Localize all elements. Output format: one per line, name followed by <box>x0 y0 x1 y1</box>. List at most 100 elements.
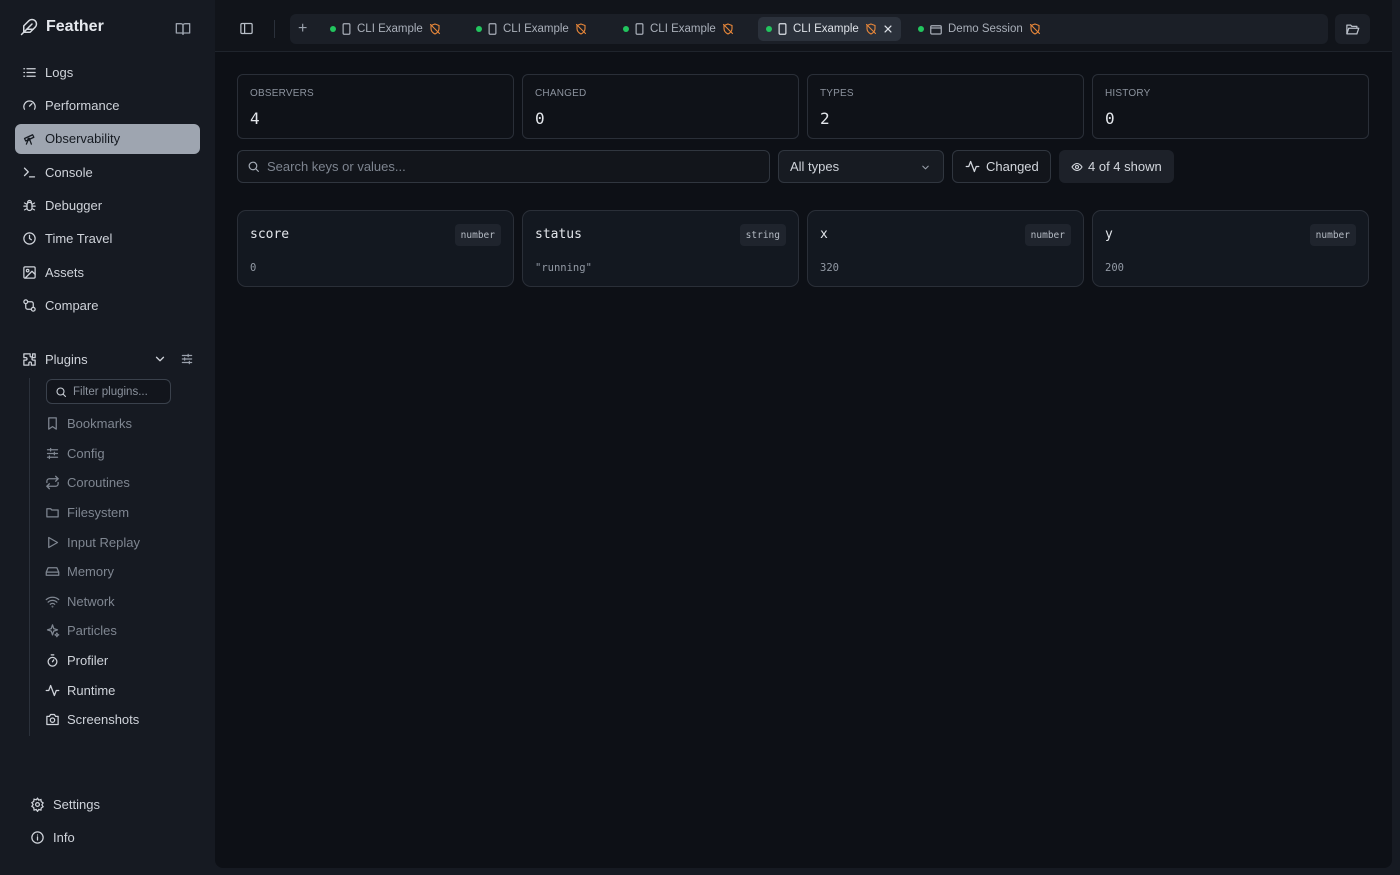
plugin-item-coroutines[interactable]: Coroutines <box>45 468 200 498</box>
type-badge: number <box>1024 224 1071 246</box>
chevron-down-icon[interactable] <box>153 352 167 366</box>
observer-value: 200 <box>1105 262 1124 274</box>
stopwatch-icon <box>45 653 60 668</box>
play-icon <box>45 535 60 550</box>
sidebar-footer: Settings Info <box>28 789 198 856</box>
phone-icon <box>778 23 787 35</box>
plugin-label: Bookmarks <box>67 416 133 432</box>
nav-item-performance[interactable]: Performance <box>15 90 200 120</box>
nav-label: Time Travel <box>45 231 113 247</box>
connected-dot <box>766 26 772 32</box>
plugins-section-header[interactable]: Plugins <box>22 348 197 370</box>
nav-item-assets[interactable]: Assets <box>15 257 200 287</box>
plugin-item-profiler[interactable]: Profiler <box>45 646 200 676</box>
session-tab[interactable]: CLI Example <box>615 17 742 41</box>
phone-icon <box>488 23 497 35</box>
nav-label: Compare <box>45 298 99 314</box>
feather-icon <box>20 18 38 36</box>
search-field[interactable] <box>237 150 770 183</box>
plugin-item-bookmarks[interactable]: Bookmarks <box>45 409 200 439</box>
plugin-item-screenshots[interactable]: Screenshots <box>45 705 200 735</box>
nav-item-logs[interactable]: Logs <box>15 57 200 87</box>
nav-item-debugger[interactable]: Debugger <box>15 191 200 221</box>
warning-icon <box>865 23 877 35</box>
puzzle-icon <box>22 352 37 367</box>
shown-count-button[interactable]: 4 of 4 shown <box>1059 150 1174 183</box>
compare-icon <box>22 298 37 313</box>
nav-label: Info <box>53 829 75 845</box>
observer-card-status[interactable]: status string "running" <box>522 210 799 287</box>
main-nav: Logs Performance Observability Console D… <box>15 57 200 324</box>
close-icon[interactable] <box>883 24 893 34</box>
observer-card-score[interactable]: score number 0 <box>237 210 514 287</box>
repeat-icon <box>45 475 60 490</box>
plugin-item-filesystem[interactable]: Filesystem <box>45 498 200 528</box>
nav-item-settings[interactable]: Settings <box>28 789 198 819</box>
observer-value: 0 <box>250 262 257 274</box>
activity-icon <box>45 683 60 698</box>
phone-icon <box>342 23 351 35</box>
add-tab-button[interactable]: + <box>298 21 307 37</box>
docs-book-icon[interactable] <box>175 21 191 37</box>
nav-item-info[interactable]: Info <box>28 822 198 852</box>
nav-item-console[interactable]: Console <box>15 157 200 187</box>
tab-label: CLI Example <box>650 23 716 35</box>
plugin-item-input-replay[interactable]: Input Replay <box>45 527 200 557</box>
type-badge: number <box>1309 224 1356 246</box>
stat-value: 0 <box>1105 109 1115 128</box>
changed-label: Changed <box>986 159 1039 174</box>
plugin-item-memory[interactable]: Memory <box>45 557 200 587</box>
sliders-icon <box>45 446 60 461</box>
open-folder-button[interactable] <box>1335 14 1370 44</box>
gear-icon <box>30 796 45 812</box>
connected-dot <box>476 26 482 32</box>
plugin-filter-field[interactable] <box>46 379 171 404</box>
session-tab[interactable]: CLI Example <box>322 17 449 41</box>
plugin-item-network[interactable]: Network <box>45 587 200 617</box>
bug-icon <box>22 198 37 213</box>
terminal-icon <box>22 165 37 180</box>
type-filter-value: All types <box>790 159 840 174</box>
warning-icon <box>1029 23 1041 35</box>
session-tab[interactable]: Demo Session <box>910 17 1049 41</box>
plugin-label: Input Replay <box>67 534 140 550</box>
nav-item-compare[interactable]: Compare <box>15 291 200 321</box>
tab-label: CLI Example <box>357 23 423 35</box>
nav-label: Logs <box>45 64 74 80</box>
sidebar-toggle-icon[interactable] <box>239 21 254 36</box>
image-icon <box>22 265 37 280</box>
observer-value: 320 <box>820 262 839 274</box>
changed-filter-button[interactable]: Changed <box>952 150 1051 183</box>
brand[interactable]: Feather <box>20 18 104 36</box>
stat-label: CHANGED <box>535 88 587 99</box>
nav-item-time-travel[interactable]: Time Travel <box>15 224 200 254</box>
nav-item-observability[interactable]: Observability <box>15 123 200 154</box>
plugin-item-runtime[interactable]: Runtime <box>45 675 200 705</box>
plugin-filter-input[interactable] <box>73 385 168 398</box>
camera-icon <box>45 712 60 727</box>
plugin-settings-icon[interactable] <box>180 352 194 366</box>
connected-dot <box>330 26 336 32</box>
bookmark-icon <box>45 416 60 431</box>
nav-label: Assets <box>45 264 85 280</box>
session-tab-active[interactable]: CLI Example <box>758 17 901 41</box>
observer-key: status <box>535 227 582 242</box>
plugin-label: Coroutines <box>67 475 130 491</box>
plugin-item-particles[interactable]: Particles <box>45 616 200 646</box>
wifi-icon <box>45 594 60 609</box>
search-input[interactable] <box>267 159 747 174</box>
warning-icon <box>722 23 734 35</box>
observer-card-y[interactable]: y number 200 <box>1092 210 1369 287</box>
observer-card-x[interactable]: x number 320 <box>807 210 1084 287</box>
stat-value: 0 <box>535 109 545 128</box>
plugin-item-config[interactable]: Config <box>45 439 200 469</box>
tab-label: CLI Example <box>793 23 859 35</box>
divider <box>274 20 275 38</box>
stat-label: TYPES <box>820 88 854 99</box>
type-filter-select[interactable]: All types <box>778 150 944 183</box>
plugin-tree-line <box>29 378 30 736</box>
session-tab[interactable]: CLI Example <box>468 17 595 41</box>
plugin-label: Profiler <box>67 653 109 669</box>
sidebar: Feather Logs Performance Observability C… <box>0 0 214 875</box>
list-icon <box>22 65 37 80</box>
